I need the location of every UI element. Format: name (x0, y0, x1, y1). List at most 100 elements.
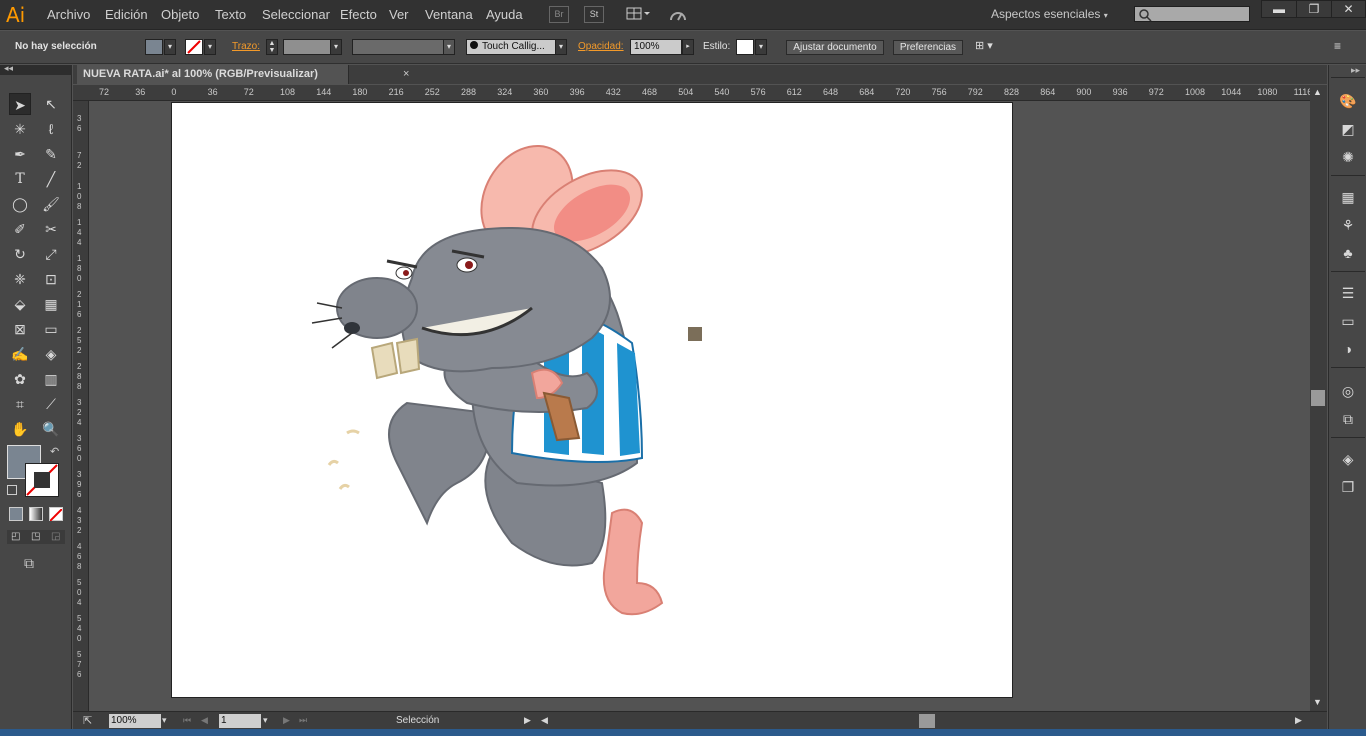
zoom-level-field[interactable]: 100% (109, 714, 161, 728)
artboard-tool-icon[interactable]: ⌗ (9, 393, 31, 415)
menu-archivo[interactable]: Archivo (47, 7, 90, 22)
paintbrush-tool-icon[interactable]: 🖌 (40, 193, 62, 215)
fit-document-button[interactable]: Ajustar documento (786, 40, 884, 55)
workspace-switcher[interactable]: Aspectos esenciales ▾ (991, 7, 1108, 21)
gpu-performance-icon[interactable] (668, 6, 688, 23)
minimize-button[interactable]: ▬ (1261, 0, 1297, 18)
rat-illustration[interactable] (172, 103, 1014, 699)
stroke-dropdown-arrow[interactable]: ▾ (204, 39, 216, 55)
stroke-label[interactable]: Trazo: (232, 41, 260, 52)
document-tab[interactable]: NUEVA RATA.ai* al 100% (RGB/Previsualiza… (77, 65, 349, 84)
scroll-up-icon[interactable]: ▲ (1313, 87, 1322, 97)
horizontal-ruler[interactable]: 72 36 0 36 72 108 144 180 216 252 288 324 360 396 432 4… (73, 85, 1310, 101)
recolor-icon[interactable]: ✺ (1338, 147, 1358, 167)
menu-efecto[interactable]: Efecto (340, 7, 377, 22)
appearance-panel-icon[interactable]: ◎ (1338, 381, 1358, 401)
last-artboard-icon[interactable]: ⏭ (299, 715, 307, 726)
ellipse-tool-icon[interactable]: ◯ (9, 193, 31, 215)
shape-builder-tool-icon[interactable]: ⬙ (9, 293, 31, 315)
stroke-weight-stepper[interactable]: ▲ ▼ (266, 39, 278, 55)
zoom-dropdown-icon[interactable]: ▾ (162, 715, 167, 726)
draw-normal-icon[interactable]: ◰ (11, 531, 20, 542)
gradient-mode-icon[interactable] (29, 507, 43, 521)
opacity-label[interactable]: Opacidad: (578, 41, 624, 52)
direct-selection-tool-icon[interactable]: ↖ (40, 93, 62, 115)
swap-colors-icon[interactable]: ↶ (50, 445, 59, 458)
slice-tool-icon[interactable]: ⟋ (40, 393, 62, 415)
document-setup-icon[interactable]: ⊞ ▾ (975, 39, 1005, 55)
artboard-dropdown-icon[interactable]: ▾ (263, 715, 268, 726)
none-mode-icon[interactable] (49, 507, 63, 522)
graphic-style-swatch[interactable] (736, 39, 754, 55)
pen-tool-icon[interactable]: ✒ (9, 143, 31, 165)
artboards-panel-icon[interactable]: ❐ (1338, 477, 1358, 497)
perspective-grid-tool-icon[interactable]: ▦ (40, 293, 62, 315)
opacity-arrow[interactable]: ▸ (682, 39, 694, 55)
artboard-number-field[interactable]: 1 (219, 714, 261, 728)
menu-texto[interactable]: Texto (215, 7, 246, 22)
stroke-swatch[interactable] (185, 39, 203, 55)
color-guide-icon[interactable]: ◩ (1338, 119, 1358, 139)
style-dropdown-arrow[interactable]: ▾ (755, 39, 767, 55)
stroke-panel-icon[interactable]: ☰ (1338, 283, 1358, 303)
fill-swatch[interactable] (145, 39, 163, 55)
arrange-documents-icon[interactable] (624, 6, 652, 23)
column-graph-tool-icon[interactable]: ▥ (40, 368, 62, 390)
type-tool-icon[interactable]: T (9, 168, 31, 190)
fill-dropdown-arrow[interactable]: ▾ (164, 39, 176, 55)
layers-panel-icon[interactable]: ◈ (1338, 449, 1358, 469)
menu-seleccionar[interactable]: Seleccionar (262, 7, 330, 22)
color-mode-icon[interactable] (9, 507, 23, 521)
stock-icon[interactable]: St (584, 6, 604, 23)
menu-objeto[interactable]: Objeto (161, 7, 199, 22)
rotate-tool-icon[interactable]: ↻ (9, 243, 31, 265)
draw-behind-icon[interactable]: ◳ (31, 531, 40, 542)
horizontal-scroll-thumb[interactable] (919, 714, 935, 728)
warp-tool-icon[interactable]: ❈ (9, 268, 31, 290)
current-tool-status[interactable]: Selección (396, 715, 439, 726)
eyedropper-tool-icon[interactable]: ✍ (9, 343, 31, 365)
swatches-panel-icon[interactable]: ▦ (1338, 187, 1358, 207)
menu-ventana[interactable]: Ventana (425, 7, 473, 22)
hand-tool-icon[interactable]: ✋ (9, 418, 31, 440)
scissors-tool-icon[interactable]: ✂ (40, 218, 62, 240)
scroll-left-icon[interactable]: ◀ (541, 715, 548, 726)
menu-ver[interactable]: Ver (389, 7, 409, 22)
brushes-panel-icon[interactable]: ⚘ (1338, 215, 1358, 235)
draw-inside-icon[interactable]: ◲ (51, 531, 60, 542)
scale-tool-icon[interactable]: ⤢ (40, 243, 62, 265)
scroll-down-icon[interactable]: ▼ (1313, 697, 1322, 707)
blend-tool-icon[interactable]: ◈ (40, 343, 62, 365)
prev-artboard-icon[interactable]: ◀ (201, 715, 208, 726)
panel-menu-icon[interactable]: ≡ (1334, 39, 1341, 53)
line-tool-icon[interactable]: ╱ (40, 168, 62, 190)
stroke-color-box[interactable] (25, 463, 59, 497)
transparency-panel-icon[interactable]: ◑ (1338, 339, 1358, 359)
close-window-button[interactable]: ✕ (1331, 0, 1366, 18)
graphic-styles-icon[interactable]: ⧉ (1338, 409, 1358, 429)
symbols-panel-icon[interactable]: ♣ (1338, 243, 1358, 263)
help-search-input[interactable] (1134, 6, 1250, 22)
status-arrow-icon[interactable]: ▶ (524, 715, 531, 726)
tool-panel-header[interactable]: ◂◂ (0, 63, 72, 75)
close-tab-icon[interactable]: × (403, 68, 409, 80)
next-artboard-icon[interactable]: ▶ (283, 715, 290, 726)
gradient-panel-icon[interactable]: ▭ (1338, 311, 1358, 331)
mesh-tool-icon[interactable]: ⊠ (9, 318, 31, 340)
scroll-right-icon[interactable]: ▶ (1295, 715, 1302, 726)
opacity-field[interactable]: 100% (630, 39, 682, 55)
lasso-tool-icon[interactable]: ℓ (40, 118, 62, 140)
selection-tool-icon[interactable]: ➤ (9, 93, 31, 115)
default-colors-icon[interactable] (7, 485, 17, 495)
gradient-tool-icon[interactable]: ▭ (40, 318, 62, 340)
symbol-sprayer-tool-icon[interactable]: ✿ (9, 368, 31, 390)
expand-panels-icon[interactable]: ▸▸ (1351, 65, 1360, 76)
blob-brush-tool-icon[interactable]: ✐ (9, 218, 31, 240)
brush-definition[interactable]: Touch Callig... (466, 39, 556, 55)
zoom-tool-icon[interactable]: 🔍 (40, 418, 62, 440)
screen-mode-icon[interactable]: ⧉ (24, 555, 34, 572)
free-transform-tool-icon[interactable]: ⊡ (40, 268, 62, 290)
curvature-tool-icon[interactable]: ✎ (40, 143, 62, 165)
status-menu-icon[interactable]: ⇱ (83, 714, 92, 727)
vertical-ruler[interactable]: 36 72 108 144 180 216 252 288 324 360 39… (73, 101, 89, 711)
